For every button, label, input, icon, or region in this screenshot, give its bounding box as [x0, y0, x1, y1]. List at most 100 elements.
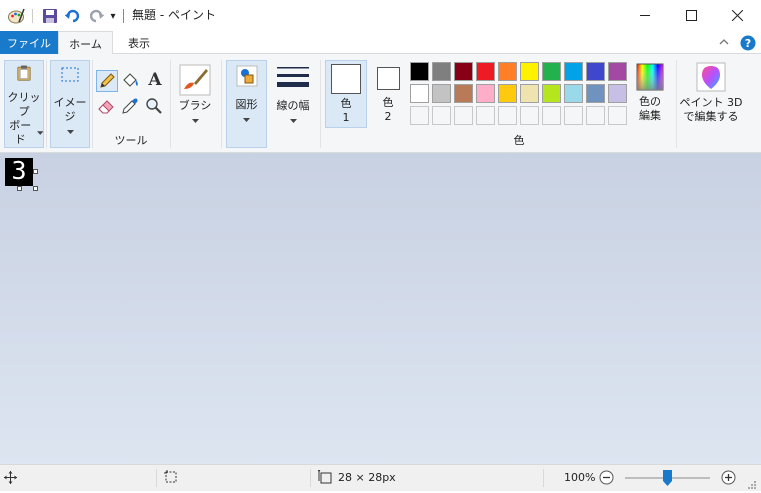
color-picker-tool-button[interactable]: [120, 96, 142, 118]
palette-swatch[interactable]: [608, 62, 627, 81]
close-button[interactable]: [714, 0, 760, 31]
palette-swatch[interactable]: [608, 84, 627, 103]
color1-button[interactable]: 色 1: [325, 60, 367, 128]
paint-bucket-icon: [123, 73, 138, 87]
custom-color-slot[interactable]: [454, 106, 473, 125]
palette-swatch[interactable]: [542, 84, 561, 103]
paint3d-icon: [696, 62, 726, 92]
custom-color-slot[interactable]: [498, 106, 517, 125]
collapse-ribbon-chevron-up-icon[interactable]: [718, 36, 732, 50]
palette-swatch[interactable]: [520, 62, 539, 81]
pencil-tool-button[interactable]: [96, 70, 118, 92]
custom-color-slot[interactable]: [410, 106, 429, 125]
palette-swatch[interactable]: [432, 62, 451, 81]
selection-size-icon: [164, 470, 178, 484]
shapes-button[interactable]: 図形: [226, 60, 267, 148]
chevron-down-icon: [243, 118, 250, 122]
text-tool-icon[interactable]: A: [144, 69, 166, 91]
palette-swatch[interactable]: [520, 84, 539, 103]
chevron-down-icon: [36, 130, 43, 135]
chevron-down-icon: [289, 119, 297, 123]
redo-icon[interactable]: [86, 6, 106, 26]
palette-swatch[interactable]: [476, 84, 495, 103]
ribbon-home: クリップ ボード イメージ A ツール ブラシ 図形 線の幅 色 1 色 2 色…: [0, 54, 761, 153]
palette-swatch[interactable]: [564, 62, 583, 81]
eraser-tool-button[interactable]: [96, 96, 118, 118]
status-divider: [310, 469, 311, 487]
paint3d-label-2: で編集する: [683, 110, 739, 123]
zoom-out-button[interactable]: [599, 470, 615, 486]
magnifier-tool-button[interactable]: [144, 96, 166, 118]
brush-icon: [179, 64, 211, 96]
size-button[interactable]: 線の幅: [270, 60, 316, 148]
zoom-slider-thumb[interactable]: [663, 470, 672, 486]
tools-group-label: ツール: [114, 134, 148, 147]
zoom-in-button[interactable]: [721, 470, 737, 486]
tab-file[interactable]: ファイル: [0, 31, 58, 54]
line-width-icon: [277, 67, 309, 87]
color1-label-1: 色: [340, 97, 352, 110]
resize-handle-bottom[interactable]: [17, 186, 22, 191]
color-spectrum-icon: [636, 63, 664, 91]
paint-app-icon[interactable]: [6, 6, 26, 26]
image-size-text: 28 × 28px: [338, 471, 396, 484]
brushes-button[interactable]: ブラシ: [175, 60, 215, 148]
custom-color-slot[interactable]: [520, 106, 539, 125]
edit-colors-button[interactable]: 色の 編集: [632, 60, 668, 132]
brushes-label: ブラシ: [178, 99, 212, 112]
custom-color-slot[interactable]: [564, 106, 583, 125]
tab-view[interactable]: 表示: [113, 31, 165, 54]
color2-button[interactable]: 色 2: [371, 60, 405, 128]
tab-home[interactable]: ホーム: [58, 31, 113, 55]
paint3d-label-1: ペイント 3D: [679, 96, 743, 109]
drawing-canvas[interactable]: 3: [5, 156, 33, 186]
custom-color-slot[interactable]: [476, 106, 495, 125]
resize-handle-right[interactable]: [33, 169, 38, 174]
status-divider: [156, 469, 157, 487]
select-icon: [61, 67, 79, 82]
palette-swatch[interactable]: [454, 84, 473, 103]
save-icon[interactable]: [40, 6, 60, 26]
title-divider: [123, 9, 124, 23]
eraser-icon: [98, 100, 114, 114]
palette-swatch[interactable]: [586, 62, 605, 81]
image-label: イメージ: [53, 96, 87, 123]
maximize-button[interactable]: [668, 0, 714, 31]
zoom-out-icon: [599, 470, 614, 485]
undo-icon[interactable]: [63, 6, 83, 26]
resize-grip-icon[interactable]: [745, 478, 757, 490]
custom-color-slot[interactable]: [432, 106, 451, 125]
palette-swatch[interactable]: [476, 62, 495, 81]
palette-swatch[interactable]: [498, 84, 517, 103]
canvas-workspace[interactable]: [0, 153, 761, 464]
custom-color-slot[interactable]: [542, 106, 561, 125]
fill-tool-button[interactable]: [120, 70, 142, 92]
palette-swatch[interactable]: [454, 62, 473, 81]
edit-with-paint3d-button[interactable]: ペイント 3D で編集する: [680, 60, 742, 132]
group-divider: [170, 60, 171, 148]
clipboard-button[interactable]: クリップ ボード: [4, 60, 44, 148]
image-button[interactable]: イメージ: [50, 60, 90, 148]
palette-swatch[interactable]: [586, 84, 605, 103]
help-icon[interactable]: ?: [740, 35, 756, 51]
custom-color-slot[interactable]: [586, 106, 605, 125]
eyedropper-icon: [122, 98, 138, 114]
zoom-level: 100%: [564, 471, 596, 484]
group-divider: [92, 60, 93, 148]
group-divider: [221, 60, 222, 148]
edit-colors-label-2: 編集: [639, 109, 661, 122]
resize-handle-corner[interactable]: [33, 186, 38, 191]
palette-swatch[interactable]: [410, 84, 429, 103]
color2-swatch: [376, 67, 400, 90]
palette-swatch[interactable]: [542, 62, 561, 81]
customize-qat-chevron-down-icon[interactable]: ▾: [107, 6, 119, 26]
palette-swatch[interactable]: [410, 62, 429, 81]
palette-swatch[interactable]: [564, 84, 583, 103]
palette-swatch[interactable]: [432, 84, 451, 103]
palette-swatch[interactable]: [498, 62, 517, 81]
cursor-position-icon: [4, 471, 18, 485]
chevron-down-icon: [66, 130, 74, 134]
minimize-button[interactable]: [622, 0, 668, 31]
color1-swatch: [331, 64, 361, 94]
custom-color-slot[interactable]: [608, 106, 627, 125]
